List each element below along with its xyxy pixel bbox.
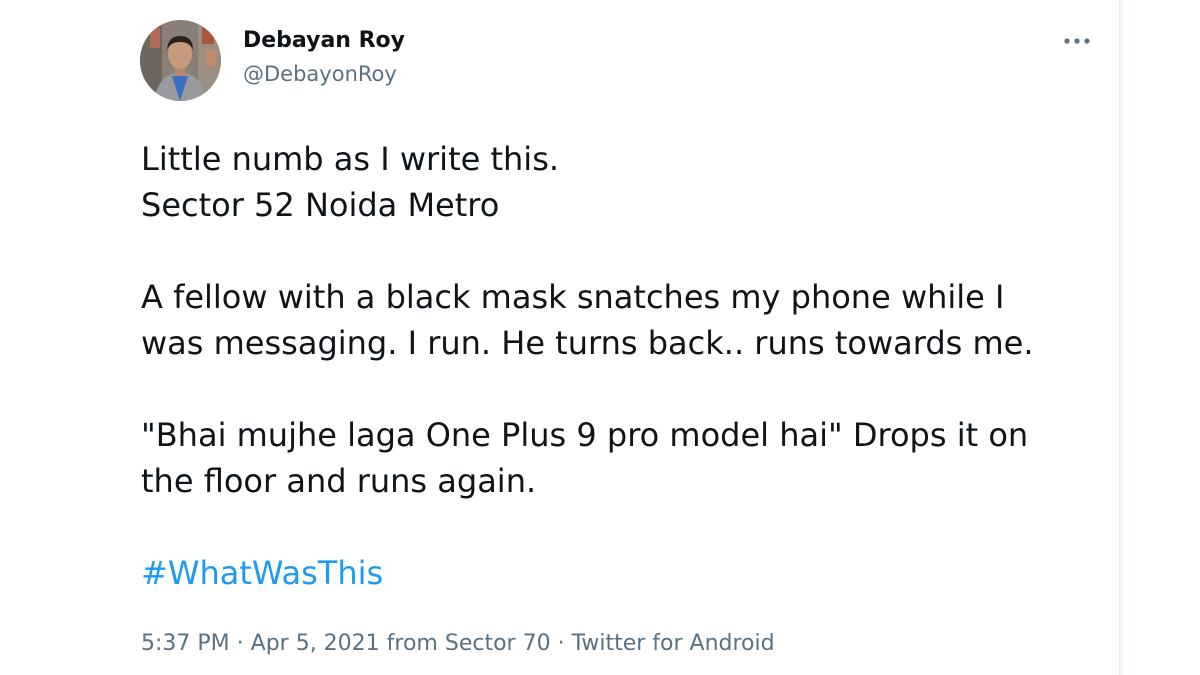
- tweet-card: Debayan Roy @DebayonRoy Little numb as I…: [0, 0, 1200, 675]
- separator: ·: [550, 631, 572, 656]
- tweet-date[interactable]: Apr 5, 2021: [251, 631, 380, 656]
- tweet-time[interactable]: 5:37 PM: [141, 631, 230, 656]
- more-horizontal-icon: [1064, 38, 1090, 44]
- tweet-line: "Bhai mujhe laga One Plus 9 pro model ha…: [141, 416, 1029, 454]
- tweet-line: A fellow with a black mask snatches my p…: [141, 278, 1005, 316]
- tweet-source[interactable]: Twitter for Android: [572, 631, 775, 656]
- hashtag-link[interactable]: #WhatWasThis: [141, 554, 383, 592]
- tweet-line: Sector 52 Noida Metro: [141, 186, 500, 224]
- tweet-line: was messaging. I run. He turns back.. ru…: [141, 324, 1034, 362]
- author-handle[interactable]: @DebayonRoy: [243, 62, 397, 86]
- tweet-text: Little numb as I write this. Sector 52 N…: [141, 136, 1116, 596]
- column-divider: [1119, 0, 1123, 675]
- tweet-line: Little numb as I write this.: [141, 140, 560, 178]
- more-options-button[interactable]: [1060, 26, 1094, 56]
- author-display-name[interactable]: Debayan Roy: [243, 28, 405, 53]
- avatar-photo: [140, 20, 221, 101]
- tweet-line: the floor and runs again.: [141, 462, 537, 500]
- from-label: from: [379, 631, 445, 656]
- tweet-location[interactable]: Sector 70: [445, 631, 551, 656]
- avatar[interactable]: [140, 20, 221, 101]
- tweet-metadata: 5:37 PM · Apr 5, 2021 from Sector 70 · T…: [141, 631, 775, 656]
- separator: ·: [229, 631, 251, 656]
